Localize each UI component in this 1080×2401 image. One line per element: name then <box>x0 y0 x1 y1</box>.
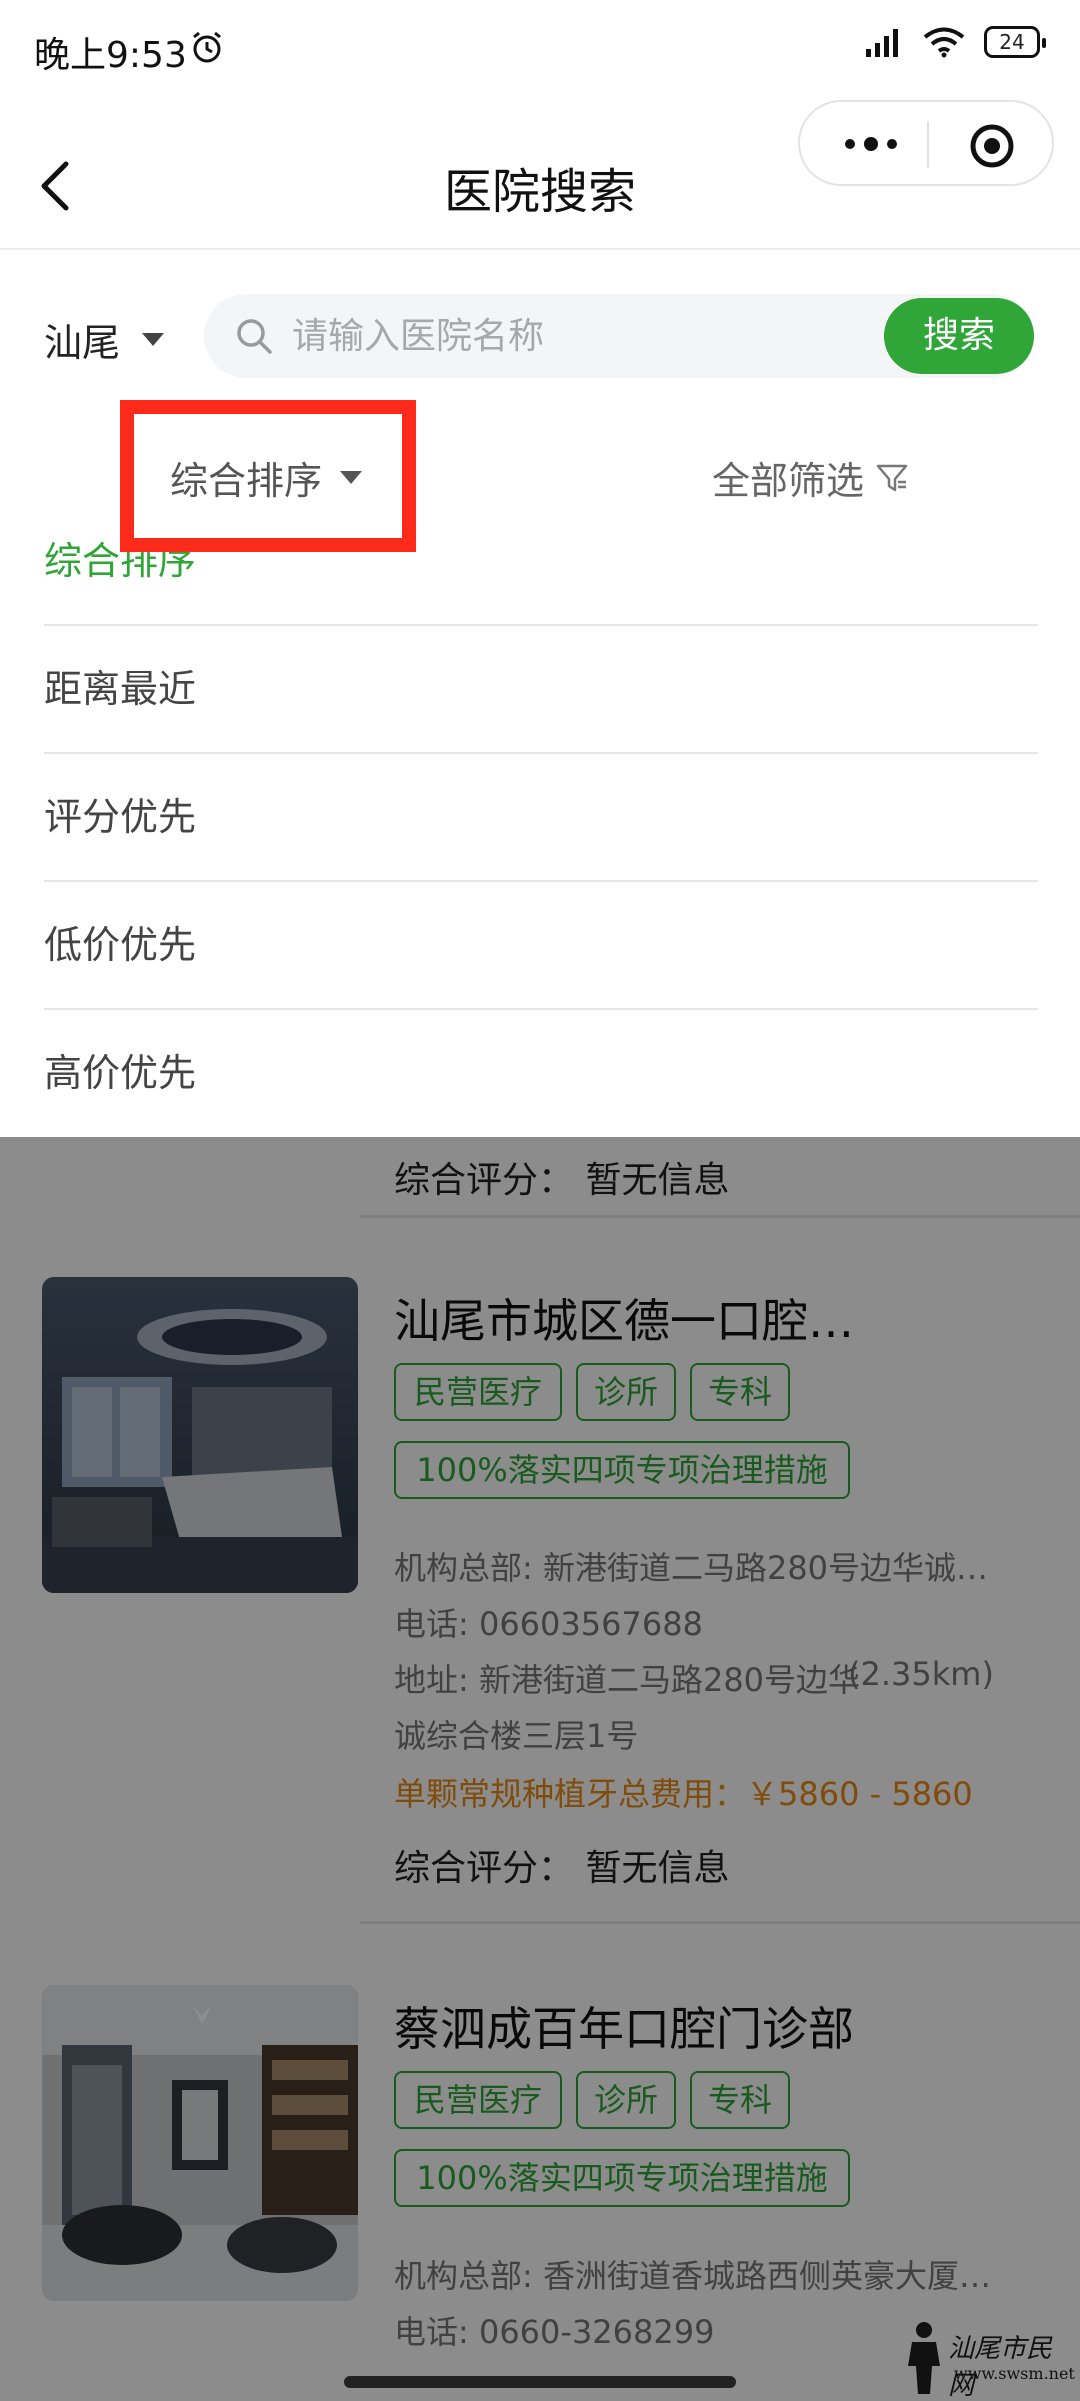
search-row: 汕尾 搜索 <box>0 290 1080 386</box>
filter-tab-label: 全部筛选 <box>712 459 865 503</box>
search-input[interactable] <box>292 306 852 366</box>
wifi-icon <box>923 27 965 58</box>
more-icon[interactable] <box>836 126 906 162</box>
caret-down-icon <box>142 333 165 346</box>
sort-option-distance[interactable]: 距离最近 <box>44 626 1038 754</box>
city-selector[interactable]: 汕尾 <box>44 312 165 367</box>
signal-icon <box>866 29 898 57</box>
person-silhouette-icon <box>908 2322 940 2394</box>
alarm-icon <box>193 31 221 63</box>
sort-option-high-price[interactable]: 高价优先 <box>44 1010 1038 1138</box>
search-box: 搜索 <box>204 294 1034 378</box>
watermark-url: www.swsm.net <box>954 2364 1075 2383</box>
sort-option-low-price[interactable]: 低价优先 <box>44 882 1038 1010</box>
battery-indicator: 24 <box>984 26 1046 58</box>
miniprogram-capsule <box>798 100 1054 186</box>
home-indicator <box>344 2376 736 2388</box>
search-icon <box>237 319 272 354</box>
nav-bar: 医院搜索 <box>0 100 1080 250</box>
status-bar: 晚上9:53 24 <box>0 0 1080 100</box>
sort-dropdown-menu: 综合排序 距离最近 评分优先 低价优先 高价优先 <box>0 530 1080 1137</box>
filter-tab[interactable]: 全部筛选 <box>712 450 910 505</box>
dropdown-overlay-mask[interactable] <box>0 1137 1080 2401</box>
highlight-annotation <box>120 400 416 552</box>
search-button[interactable]: 搜索 <box>884 298 1034 374</box>
sort-option-rating[interactable]: 评分优先 <box>44 754 1038 882</box>
capsule-divider <box>927 122 929 168</box>
watermark: 汕尾市民网 www.swsm.net <box>902 2320 1075 2401</box>
close-miniprogram-icon[interactable] <box>968 122 1016 170</box>
status-time: 晚上9:53 <box>34 35 187 76</box>
funnel-icon <box>876 464 908 491</box>
city-label: 汕尾 <box>44 321 121 365</box>
